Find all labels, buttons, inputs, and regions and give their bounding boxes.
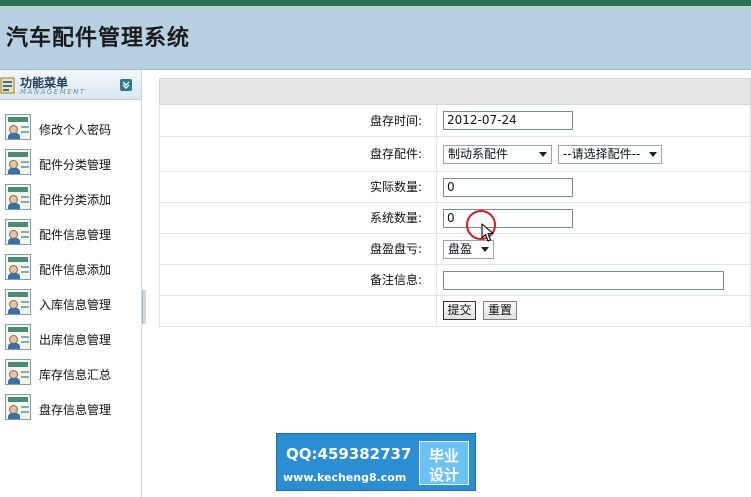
sidebar-item-label: 配件分类管理: [39, 158, 112, 172]
mouse-pointer-icon: [481, 223, 494, 242]
user-card-icon: [5, 394, 31, 420]
sidebar-item-change-password[interactable]: 修改个人密码: [0, 111, 141, 146]
sidebar-item-stocktake-manage[interactable]: 盘存信息管理: [0, 391, 141, 426]
watermark-banner: QQ:459382737 www.kecheng8.com 毕业 设计: [276, 433, 476, 491]
sidebar-item-stock-out-manage[interactable]: 出库信息管理: [0, 321, 141, 356]
sidebar-item-part-add[interactable]: 配件信息添加: [0, 251, 141, 286]
profit-loss-label: 盘盈盘亏:: [159, 234, 437, 264]
actions-label-cell: [159, 296, 437, 326]
sidebar-item-label: 配件分类添加: [39, 193, 112, 207]
form-row-actions: 提交 重置: [159, 296, 751, 327]
chevron-down-icon: [539, 152, 547, 157]
remark-label: 备注信息:: [159, 265, 437, 295]
sidebar: 功能菜单 MANAGEMENT 修改个人密码 配件分类管理 配件分类添加 配件信…: [0, 70, 142, 497]
reset-button[interactable]: 重置: [483, 301, 517, 320]
menu-folder-icon: [0, 77, 15, 94]
actual-qty-input[interactable]: 0: [443, 178, 573, 197]
chevron-down-icon: [481, 247, 489, 252]
date-input[interactable]: 2012-07-24: [443, 111, 573, 130]
sidebar-item-label: 入库信息管理: [39, 298, 112, 312]
sidebar-item-label: 修改个人密码: [39, 123, 112, 137]
date-label: 盘存时间:: [159, 105, 437, 136]
form-row-profit-loss: 盘盈盘亏: 盘盈: [159, 234, 751, 265]
submit-button[interactable]: 提交: [443, 301, 476, 320]
part-cell: 制动系配件 --请选择配件--: [438, 137, 751, 171]
watermark-badge-line2: 设计: [428, 466, 459, 484]
sidebar-menu-header: 功能菜单 MANAGEMENT: [0, 70, 141, 100]
sidebar-item-label: 库存信息汇总: [39, 368, 112, 382]
system-qty-input[interactable]: 0: [443, 209, 573, 228]
watermark-badge-line1: 毕业: [428, 447, 459, 465]
profit-loss-value: 盘盈: [448, 242, 473, 256]
form-header-bar: [159, 78, 751, 105]
actual-qty-cell: 0: [438, 172, 751, 202]
user-card-icon: [5, 184, 31, 210]
watermark-url-text: www.kecheng8.com: [283, 471, 407, 484]
part-label: 盘存配件:: [159, 137, 437, 171]
form-row-system-qty: 系统数量: 0: [159, 203, 751, 234]
sidebar-item-label: 盘存信息管理: [39, 403, 112, 417]
remark-input[interactable]: [443, 271, 724, 290]
form-row-part: 盘存配件: 制动系配件 --请选择配件--: [159, 137, 751, 172]
user-card-icon: [5, 289, 31, 315]
chevron-down-icon: [649, 152, 657, 157]
user-card-icon: [5, 359, 31, 385]
user-card-icon: [5, 254, 31, 280]
sidebar-subheading: MANAGEMENT: [20, 88, 86, 96]
actual-qty-label: 实际数量:: [159, 172, 437, 202]
sidebar-item-stock-in-manage[interactable]: 入库信息管理: [0, 286, 141, 321]
user-card-icon: [5, 219, 31, 245]
app-header: 汽车配件管理系统: [0, 8, 751, 70]
user-card-icon: [5, 114, 31, 140]
sidebar-item-category-manage[interactable]: 配件分类管理: [0, 146, 141, 181]
part-category-select[interactable]: 制动系配件: [443, 145, 552, 164]
form-row-remark: 备注信息:: [159, 265, 751, 296]
sidebar-item-category-add[interactable]: 配件分类添加: [0, 181, 141, 216]
user-card-icon: [5, 324, 31, 350]
sidebar-item-label: 出库信息管理: [39, 333, 112, 347]
watermark-badge: 毕业 设计: [419, 441, 469, 485]
part-value: --请选择配件--: [563, 147, 641, 161]
sidebar-item-label: 配件信息管理: [39, 228, 112, 242]
form-row-actual-qty: 实际数量: 0: [159, 172, 751, 203]
actions-cell: 提交 重置: [438, 296, 751, 326]
remark-cell: [438, 265, 751, 295]
system-qty-label: 系统数量:: [159, 203, 437, 233]
date-cell: 2012-07-24: [438, 105, 751, 136]
form-row-date: 盘存时间: 2012-07-24: [159, 105, 751, 137]
sidebar-item-label: 配件信息添加: [39, 263, 112, 277]
part-select[interactable]: --请选择配件--: [558, 145, 662, 164]
sidebar-item-inventory-summary[interactable]: 库存信息汇总: [0, 356, 141, 391]
sidebar-item-part-manage[interactable]: 配件信息管理: [0, 216, 141, 251]
user-card-icon: [5, 149, 31, 175]
app-title: 汽车配件管理系统: [6, 26, 191, 51]
part-category-value: 制动系配件: [448, 147, 509, 161]
chevron-double-down-icon[interactable]: [120, 79, 132, 91]
watermark-qq-text: QQ:459382737: [286, 445, 412, 463]
